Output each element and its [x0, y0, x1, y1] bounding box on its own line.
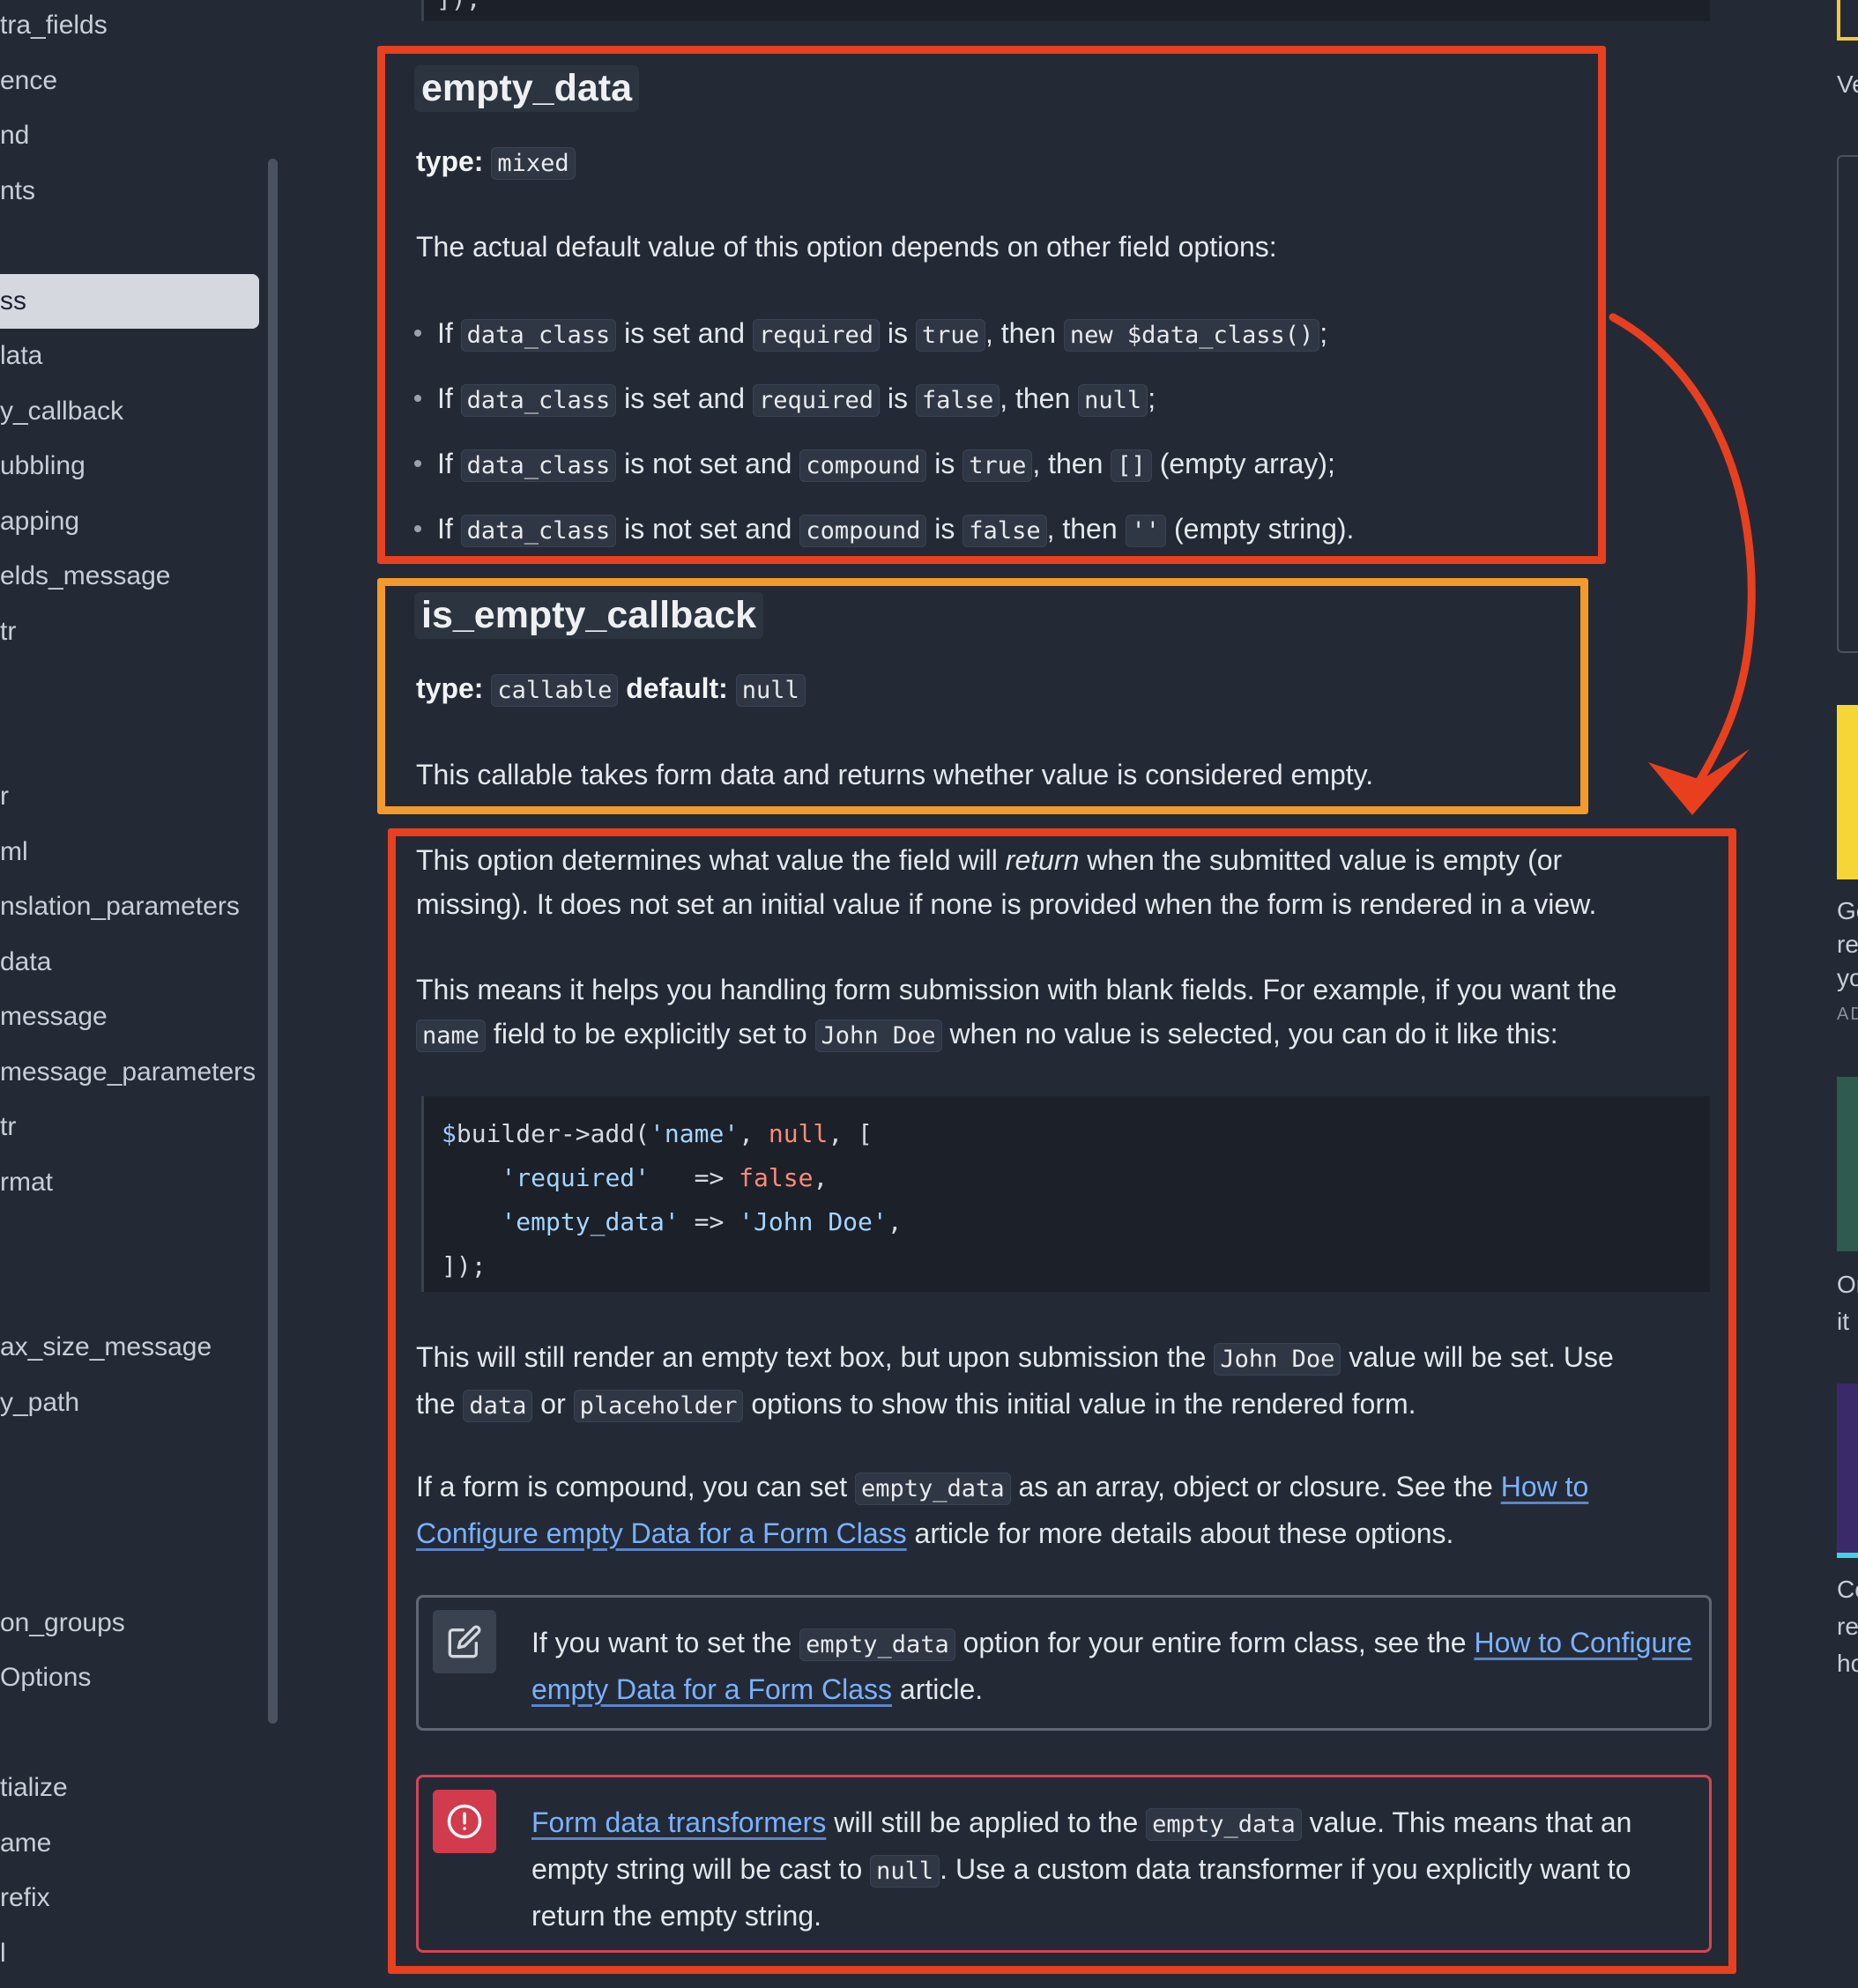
- sidebar-item[interactable]: lata: [0, 338, 42, 374]
- sidebar-item[interactable]: tr: [0, 614, 16, 649]
- sidebar-item[interactable]: ml: [0, 835, 28, 870]
- sidebar-nav: tra_fields ence nd nts ss lata y_callbac…: [0, 0, 264, 1988]
- sidebar-item[interactable]: ax_size_message: [0, 1330, 212, 1365]
- code-text: ]);: [436, 0, 481, 13]
- rail-ad-image[interactable]: [1837, 705, 1858, 879]
- rail-ad-label: AD: [1837, 1005, 1858, 1024]
- rail-text: Or: [1837, 1271, 1858, 1298]
- sidebar-item[interactable]: r: [0, 779, 9, 814]
- sidebar-item[interactable]: apping: [0, 504, 79, 539]
- code-block-tail: ]);: [421, 0, 1710, 21]
- sidebar-item[interactable]: refix: [0, 1880, 50, 1916]
- sidebar-item[interactable]: message: [0, 999, 108, 1035]
- annotation-arrow: [1609, 313, 1756, 815]
- sidebar-item[interactable]: on_groups: [0, 1606, 125, 1641]
- sidebar-item[interactable]: tialize: [0, 1770, 68, 1806]
- sidebar-item[interactable]: Options: [0, 1660, 91, 1695]
- sidebar-item[interactable]: l: [0, 1936, 6, 1971]
- rail-text: Co: [1837, 1576, 1858, 1603]
- sidebar-item[interactable]: ame: [0, 1826, 51, 1861]
- rail-text: yo: [1837, 964, 1858, 991]
- sidebar-item[interactable]: rmat: [0, 1165, 53, 1200]
- sidebar-item[interactable]: tra_fields: [0, 8, 108, 43]
- rail-text: Ve: [1837, 70, 1858, 98]
- sidebar-item[interactable]: y_path: [0, 1385, 79, 1421]
- sidebar-item-active[interactable]: ss: [0, 274, 259, 329]
- rail-text: re: [1837, 1613, 1858, 1640]
- sidebar-item[interactable]: data: [0, 945, 51, 980]
- rail-text: Ge: [1837, 897, 1858, 924]
- annotation-box-orange: [377, 578, 1588, 814]
- rail-image[interactable]: [1837, 1077, 1858, 1251]
- sidebar-item[interactable]: ence: [0, 63, 57, 99]
- sidebar-item[interactable]: nd: [0, 118, 29, 153]
- rail-card[interactable]: [1837, 155, 1858, 653]
- sidebar-scrollbar[interactable]: [268, 159, 278, 1724]
- right-rail: Ve Ge re yo AD Or it Co re ho: [1833, 0, 1858, 1988]
- rail-text: re: [1837, 931, 1858, 958]
- sidebar-item[interactable]: nslation_parameters: [0, 889, 240, 924]
- sidebar-item[interactable]: ubbling: [0, 449, 85, 484]
- annotation-box-red: [377, 46, 1606, 564]
- sidebar-item[interactable]: y_callback: [0, 394, 123, 429]
- sidebar-item[interactable]: message_parameters: [0, 1055, 256, 1090]
- sidebar-item[interactable]: tr: [0, 1109, 16, 1145]
- rail-image[interactable]: [1837, 1383, 1858, 1558]
- rail-text: it: [1837, 1308, 1849, 1335]
- rail-card: [1837, 0, 1858, 41]
- rail-text: ho: [1837, 1650, 1858, 1677]
- annotation-box-red: [388, 828, 1736, 1974]
- sidebar-item[interactable]: elds_message: [0, 559, 170, 594]
- sidebar-item[interactable]: nts: [0, 174, 35, 209]
